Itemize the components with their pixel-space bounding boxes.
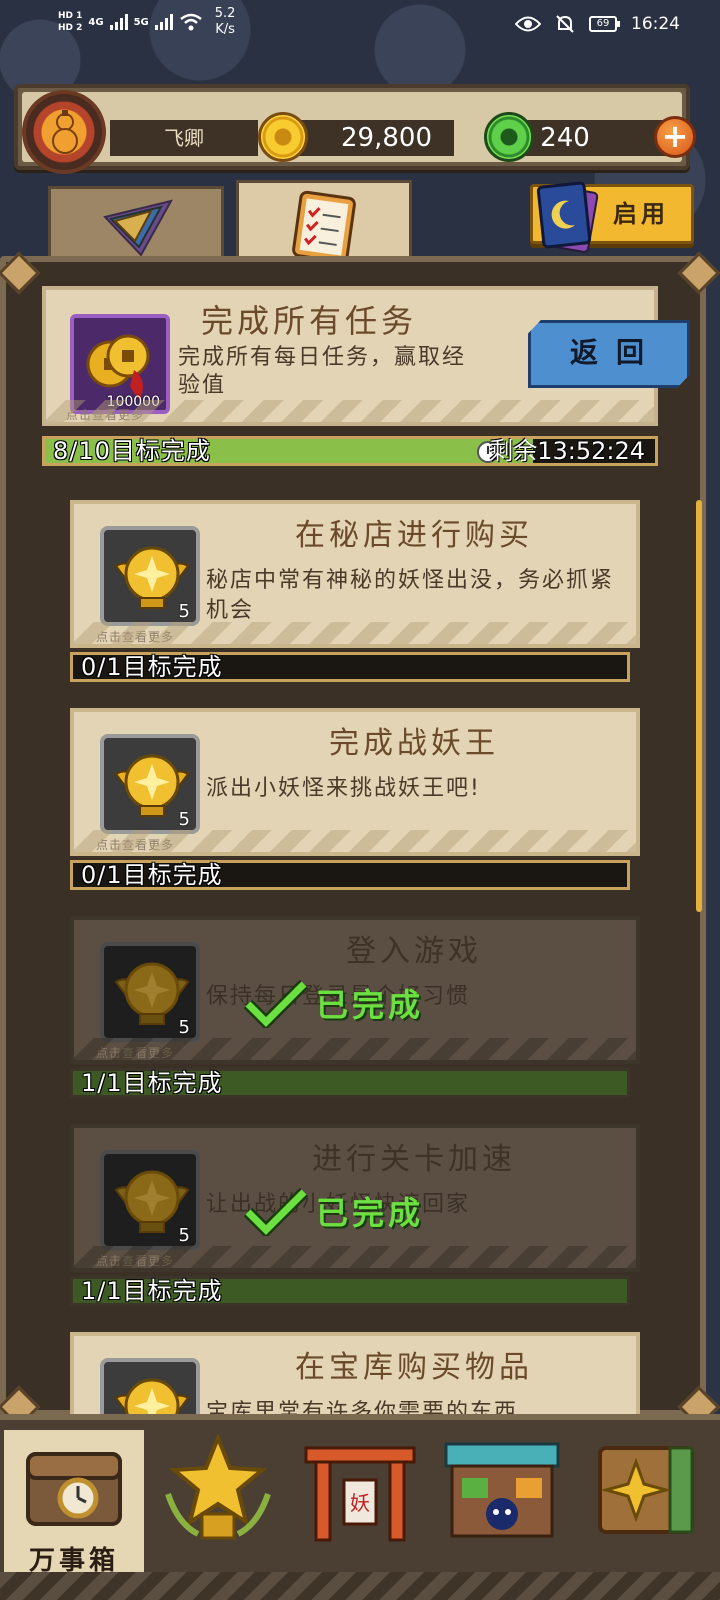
see-more-hint: 点击查看更多 (96, 630, 175, 644)
task-card[interactable]: 5 点击查看更多 登入游戏 保持每日登录是个好习惯 已完成 (70, 916, 640, 1064)
speed-value: 5.2 (214, 6, 236, 21)
return-button[interactable]: 返回 (528, 320, 690, 388)
medal-reward[interactable]: 5 (100, 526, 200, 626)
mute-bell-icon (556, 15, 574, 33)
medal-count: 5 (178, 601, 190, 622)
medal-reward[interactable]: 5 (100, 734, 200, 834)
task-progress: 0/1目标完成 (70, 652, 630, 682)
hd1-label: HD 1 (58, 11, 83, 21)
task-progress: 1/1目标完成 (70, 1068, 630, 1098)
enable-button[interactable]: 启用 (530, 181, 694, 253)
shrine-gate-icon: 妖 (304, 1446, 416, 1542)
progress-label: 1/1目标完成 (81, 1277, 223, 1305)
all-tasks-description: 完成所有每日任务，赢取经验值 (178, 345, 467, 398)
signal-icon-2 (154, 14, 173, 30)
task-title: 完成战妖王 (329, 726, 499, 761)
nav-monster-gate[interactable]: 妖 (290, 1430, 430, 1576)
reward-count: 100000 (106, 394, 160, 410)
resource-bar: 飞卿 29,800 240 + (14, 84, 696, 174)
medal-count: 5 (178, 1225, 190, 1246)
resource-bar-inner: 飞卿 29,800 240 + (22, 92, 696, 162)
medal-reward[interactable]: 5 (100, 1150, 200, 1250)
moon-card-icon (536, 181, 599, 253)
progress-label: 0/1目标完成 (81, 861, 223, 889)
nav-all-box[interactable]: 万事箱 (4, 1430, 144, 1576)
bottom-nav: 万事箱 妖 (0, 1414, 720, 1600)
status-bar: HD 1 HD 2 4G 5G 5.2 K/s 69 16:24 (0, 0, 720, 52)
task-title: 进行关卡加速 (312, 1142, 516, 1177)
all-tasks-card[interactable]: 完成所有任务 100000 点击查看更多 完成所有每日任务，赢取经验值 返回 (42, 286, 690, 426)
nav-trophy[interactable] (148, 1430, 288, 1576)
task-card[interactable]: 5 点击查看更多 完成战妖王 派出小妖怪来挑战妖王吧! (70, 708, 640, 856)
battery-icon: 69 (589, 16, 620, 32)
eye-icon (515, 16, 541, 32)
completed-mark: 已完成 (244, 1186, 424, 1236)
completed-mark: 已完成 (244, 978, 424, 1028)
net2-label: 5G (133, 16, 149, 28)
completed-label: 已完成 (316, 1194, 425, 1232)
task-title: 在宝库购买物品 (295, 1350, 533, 1385)
progress-label: 1/1目标完成 (81, 1069, 223, 1097)
jade-icon (484, 112, 534, 162)
coin-icon (258, 112, 308, 162)
nav-all-box-label: 万事箱 (28, 1546, 119, 1576)
flags-icon (103, 199, 173, 257)
task-description: 派出小妖怪来挑战妖王吧! (206, 776, 481, 801)
reward-item[interactable]: 100000 (70, 314, 170, 414)
player-name: 飞卿 (110, 120, 258, 156)
task-description: 秘店中常有神秘的妖怪出没，务必抓紧机会 (206, 568, 615, 623)
market-stall-icon (444, 1442, 560, 1538)
player-avatar[interactable] (22, 90, 106, 174)
medal-count: 5 (178, 809, 190, 830)
see-more-hint: 点击查看更多 (96, 1046, 175, 1060)
task-title: 登入游戏 (346, 934, 482, 969)
medal-count: 5 (178, 1017, 190, 1038)
signal-icon (109, 14, 128, 30)
list-scrollbar[interactable] (696, 500, 702, 912)
see-more-hint: 点击查看更多 (66, 408, 145, 422)
compass-book-icon (598, 1446, 694, 1534)
task-progress: 1/1目标完成 (70, 1276, 630, 1306)
net1-label: 4G (88, 16, 104, 28)
gate-badge-char: 妖 (350, 1491, 370, 1515)
see-more-hint: 点击查看更多 (96, 1254, 175, 1268)
see-more-hint: 点击查看更多 (96, 838, 175, 852)
network-speed: 5.2 K/s (215, 6, 236, 38)
clock-time: 16:24 (631, 14, 680, 34)
task-title: 在秘店进行购买 (295, 518, 533, 553)
all-tasks-progress: 8/10目标完成 剩余13:52:24 (42, 436, 658, 466)
hd-indicator: HD 1 HD 2 (58, 10, 82, 34)
speed-unit: K/s (215, 22, 235, 37)
enable-label: 启用 (613, 200, 669, 228)
add-currency-button[interactable]: + (654, 116, 696, 158)
tab-tasks[interactable] (236, 180, 412, 266)
task-card[interactable]: 5 点击查看更多 在秘店进行购买 秘店中常有神秘的妖怪出没，务必抓紧机会 (70, 500, 640, 648)
task-card[interactable]: 5 点击查看更多 进行关卡加速 让出战的小妖怪快速回家 已完成 (70, 1124, 640, 1272)
wifi-icon (179, 13, 202, 31)
checkmark-icon (244, 1187, 308, 1236)
nav-compass-book[interactable] (576, 1430, 716, 1576)
chest-clock-icon (26, 1452, 122, 1526)
time-remaining: 剩余13:52:24 (489, 437, 645, 465)
star-trophy-icon (165, 1434, 271, 1540)
hd2-label: HD 2 (58, 23, 83, 33)
medal-reward[interactable]: 5 (100, 942, 200, 1042)
gourd-icon (52, 110, 78, 154)
progress-label: 0/1目标完成 (81, 653, 223, 681)
checkmark-icon (244, 979, 308, 1028)
nav-market[interactable] (432, 1430, 572, 1576)
task-progress: 0/1目标完成 (70, 860, 630, 890)
tab-flags[interactable] (48, 186, 224, 266)
checklist-icon (292, 190, 356, 263)
completed-label: 已完成 (316, 986, 425, 1024)
progress-label: 8/10目标完成 (53, 437, 211, 465)
